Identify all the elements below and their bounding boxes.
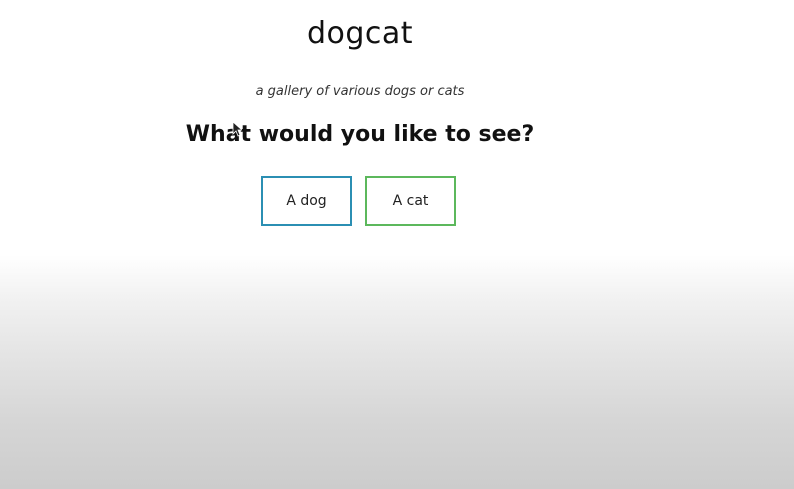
site-title: dogcat (306, 16, 414, 51)
question-heading: What would you like to see? (185, 122, 535, 147)
page-content: dogcat a gallery of various dogs or cats… (0, 0, 720, 260)
site-tagline: a gallery of various dogs or cats (255, 84, 465, 99)
dog-button[interactable]: A dog (261, 176, 352, 226)
cat-button[interactable]: A cat (365, 176, 456, 226)
mouse-pointer-icon (232, 121, 242, 137)
